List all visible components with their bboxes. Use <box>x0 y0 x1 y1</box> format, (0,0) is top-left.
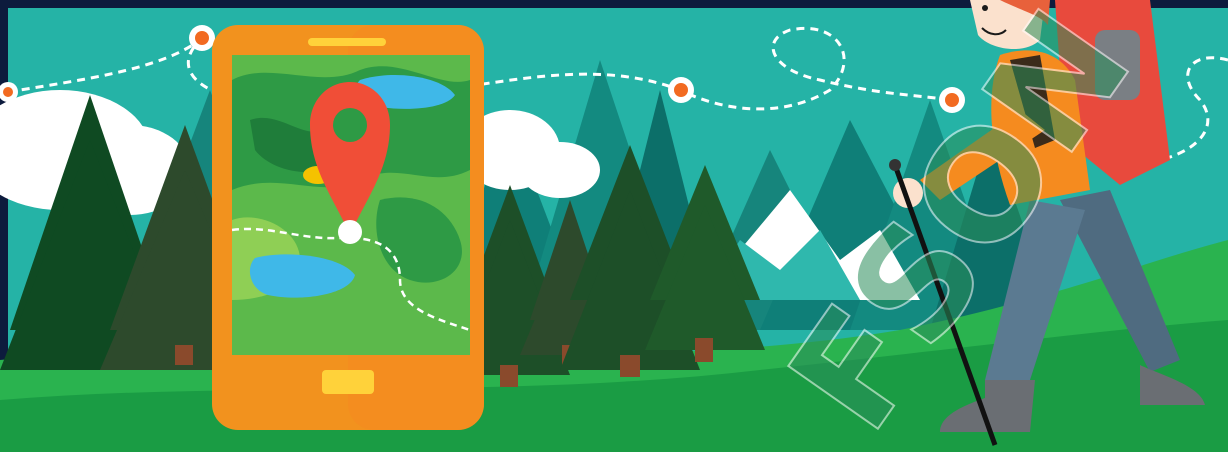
hiking-navigation-illustration: FSON <box>0 0 1228 452</box>
smartphone <box>212 25 484 430</box>
phone-home-button <box>322 370 374 394</box>
phone-speaker <box>308 38 386 46</box>
